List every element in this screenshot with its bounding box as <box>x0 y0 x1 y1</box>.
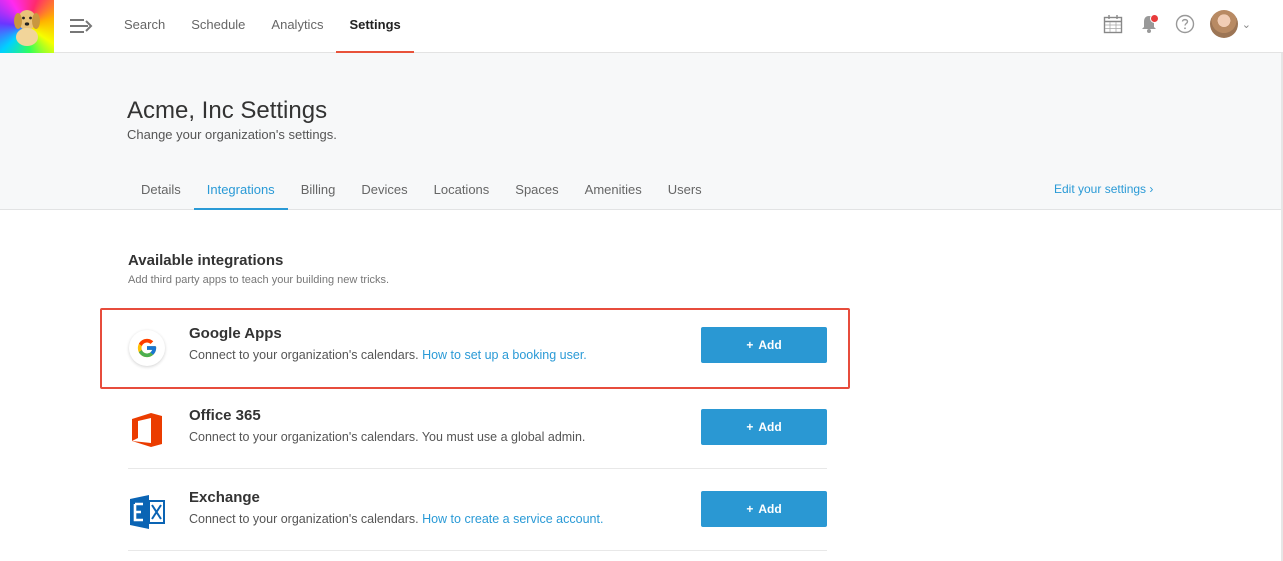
org-logo[interactable] <box>0 0 54 53</box>
integration-name: Google Apps <box>189 325 282 342</box>
top-bar: Search Schedule Analytics Settings ⌄ <box>0 0 1283 53</box>
integration-exchange: Exchange Connect to your organization's … <box>128 471 827 553</box>
plus-icon: + <box>746 420 754 434</box>
notification-badge <box>1149 14 1159 23</box>
tab-details[interactable]: Details <box>128 174 194 210</box>
section-subtitle: Add third party apps to teach your build… <box>128 274 390 286</box>
avatar[interactable] <box>1209 10 1238 38</box>
integration-description: Connect to your organization's calendars… <box>189 430 586 444</box>
section-title: Available integrations <box>128 252 284 269</box>
settings-tabs: Details Integrations Billing Devices Loc… <box>128 174 715 210</box>
tab-locations[interactable]: Locations <box>421 174 503 210</box>
settings-header: Acme, Inc Settings Change your organizat… <box>0 53 1281 210</box>
description-text: Connect to your organization's calendars… <box>189 512 423 526</box>
exchange-icon <box>128 493 166 531</box>
page-subtitle: Change your organization's settings. <box>127 127 337 142</box>
plus-icon: + <box>746 502 754 516</box>
description-text: Connect to your organization's calendars… <box>189 348 423 362</box>
dog-logo-icon <box>14 10 40 46</box>
divider <box>128 468 827 469</box>
google-icon <box>128 329 166 367</box>
nav-schedule[interactable]: Schedule <box>178 0 258 53</box>
help-icon[interactable] <box>1174 13 1196 35</box>
integration-name: Office 365 <box>189 407 261 424</box>
main-nav: Search Schedule Analytics Settings <box>111 0 414 53</box>
nav-settings[interactable]: Settings <box>336 0 414 53</box>
plus-icon: + <box>746 338 754 352</box>
menu-icon[interactable] <box>69 16 93 36</box>
add-button-label: Add <box>758 420 782 434</box>
bell-icon[interactable] <box>1138 13 1160 35</box>
integration-description: Connect to your organization's calendars… <box>189 348 587 362</box>
integration-name: Exchange <box>189 489 260 506</box>
integration-description: Connect to your organization's calendars… <box>189 512 603 526</box>
add-exchange-button[interactable]: + Add <box>701 491 827 527</box>
calendar-icon[interactable] <box>1102 13 1124 35</box>
add-office-365-button[interactable]: + Add <box>701 409 827 445</box>
add-google-apps-button[interactable]: + Add <box>701 327 827 363</box>
tab-integrations[interactable]: Integrations <box>193 174 288 210</box>
tab-spaces[interactable]: Spaces <box>502 174 571 210</box>
nav-analytics[interactable]: Analytics <box>258 0 336 53</box>
booking-user-help-link[interactable]: How to set up a booking user. <box>422 348 587 362</box>
service-account-help-link[interactable]: How to create a service account. <box>422 512 603 526</box>
office365-icon <box>128 411 166 449</box>
edit-settings-link[interactable]: Edit your settings › <box>1054 182 1153 196</box>
top-icons: ⌄ <box>1102 10 1251 38</box>
tab-amenities[interactable]: Amenities <box>572 174 655 210</box>
tab-billing[interactable]: Billing <box>288 174 349 210</box>
integration-google-apps: Google Apps Connect to your organization… <box>128 307 827 389</box>
nav-search[interactable]: Search <box>111 0 178 53</box>
integration-office-365: Office 365 Connect to your organization'… <box>128 389 827 471</box>
page-title: Acme, Inc Settings <box>127 97 328 124</box>
add-button-label: Add <box>758 338 782 352</box>
divider <box>128 550 827 551</box>
tab-users[interactable]: Users <box>655 174 715 210</box>
add-button-label: Add <box>758 502 782 516</box>
tab-devices[interactable]: Devices <box>348 174 420 210</box>
chevron-down-icon[interactable]: ⌄ <box>1242 18 1251 31</box>
